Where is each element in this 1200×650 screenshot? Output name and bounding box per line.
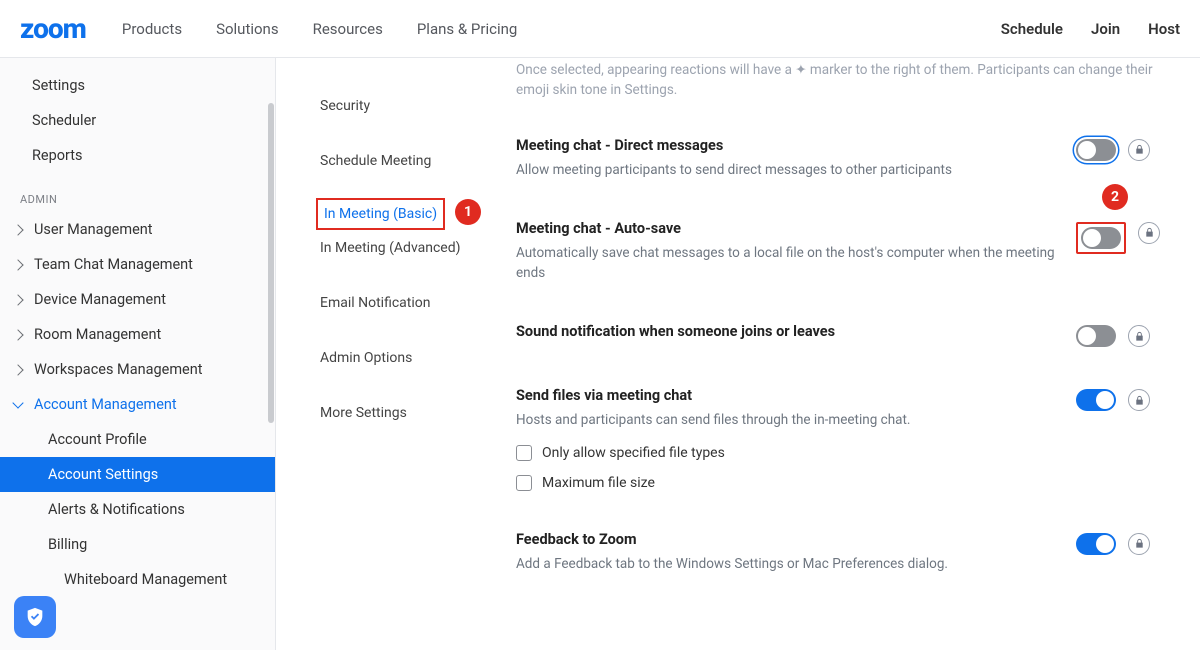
callout-badge-1: 1: [455, 199, 481, 225]
settings-list: Once selected, appearing reactions will …: [516, 58, 1200, 650]
sidebar-item-device-management[interactable]: Device Management: [0, 282, 275, 317]
nav-resources[interactable]: Resources: [313, 20, 383, 38]
main-content: Security Schedule Meeting In Meeting (Ba…: [276, 58, 1200, 650]
sidebar-item-scheduler[interactable]: Scheduler: [0, 103, 275, 138]
setting-desc: Hosts and participants can send files th…: [516, 410, 1056, 430]
lock-icon[interactable]: [1128, 389, 1150, 411]
checkbox-label: Maximum file size: [542, 475, 655, 491]
callout-badge-2: 2: [1102, 184, 1128, 210]
toggle-send-files[interactable]: [1076, 389, 1116, 411]
setting-sound-notification: Sound notification when someone joins or…: [516, 307, 1170, 371]
sidebar-item-settings[interactable]: Settings: [0, 68, 275, 103]
checkbox-max-file-size[interactable]: Maximum file size: [516, 475, 1056, 491]
checkbox-specified-file-types[interactable]: Only allow specified file types: [516, 445, 1056, 461]
sidebar-item-team-chat-management[interactable]: Team Chat Management: [0, 247, 275, 282]
checkbox-label: Only allow specified file types: [542, 445, 725, 461]
intro-faded-text: Once selected, appearing reactions will …: [516, 58, 1170, 121]
scrollbar[interactable]: [268, 103, 274, 423]
settings-tabs: Security Schedule Meeting In Meeting (Ba…: [276, 58, 516, 650]
setting-title: Meeting chat - Direct messages: [516, 137, 1056, 154]
lock-icon[interactable]: [1128, 139, 1150, 161]
toggle-feedback[interactable]: [1076, 533, 1116, 555]
top-nav: Products Solutions Resources Plans & Pri…: [122, 20, 517, 38]
tab-more-settings[interactable]: More Settings: [316, 395, 506, 431]
setting-title: Send files via meeting chat: [516, 387, 1056, 404]
setting-desc: Automatically save chat messages to a lo…: [516, 243, 1056, 284]
setting-title: Meeting chat - Auto-save: [516, 220, 1056, 237]
checkbox-icon[interactable]: [516, 445, 532, 461]
action-host[interactable]: Host: [1148, 20, 1180, 38]
sidebar-item-workspaces-management[interactable]: Workspaces Management: [0, 352, 275, 387]
lock-icon[interactable]: [1128, 533, 1150, 555]
tab-email-notification[interactable]: Email Notification: [316, 285, 506, 321]
sidebar-item-room-management[interactable]: Room Management: [0, 317, 275, 352]
sidebar: Settings Scheduler Reports ADMIN User Ma…: [0, 58, 276, 650]
sidebar-item-alerts-notifications[interactable]: Alerts & Notifications: [0, 492, 275, 527]
setting-direct-messages: Meeting chat - Direct messages Allow mee…: [516, 121, 1170, 204]
tab-admin-options[interactable]: Admin Options: [316, 340, 506, 376]
sidebar-item-whiteboard-management[interactable]: Whiteboard Management: [0, 562, 275, 597]
setting-desc: Allow meeting participants to send direc…: [516, 160, 1056, 180]
sidebar-item-account-settings[interactable]: Account Settings: [0, 457, 275, 492]
setting-title: Sound notification when someone joins or…: [516, 323, 1056, 340]
sidebar-item-user-management[interactable]: User Management: [0, 212, 275, 247]
tab-schedule-meeting[interactable]: Schedule Meeting: [316, 143, 506, 179]
toggle-auto-save[interactable]: [1081, 227, 1121, 249]
tab-security[interactable]: Security: [316, 88, 506, 124]
tab-in-meeting-advanced[interactable]: In Meeting (Advanced): [316, 230, 506, 266]
sidebar-item-account-management[interactable]: Account Management: [0, 387, 275, 422]
sidebar-item-account-profile[interactable]: Account Profile: [0, 422, 275, 457]
sidebar-item-billing[interactable]: Billing: [0, 527, 275, 562]
zoom-logo: zoom: [20, 12, 86, 45]
nav-solutions[interactable]: Solutions: [216, 20, 279, 38]
action-schedule[interactable]: Schedule: [1001, 20, 1063, 38]
nav-plans-pricing[interactable]: Plans & Pricing: [417, 20, 517, 38]
action-join[interactable]: Join: [1091, 20, 1120, 38]
tab-in-meeting-basic[interactable]: In Meeting (Basic): [316, 198, 445, 230]
setting-title: Feedback to Zoom: [516, 531, 1056, 548]
setting-feedback: Feedback to Zoom Add a Feedback tab to t…: [516, 515, 1170, 598]
toggle-sound-notification[interactable]: [1076, 325, 1116, 347]
setting-auto-save: Meeting chat - Auto-save Automatically s…: [516, 204, 1170, 308]
nav-products[interactable]: Products: [122, 20, 182, 38]
sidebar-item-reports[interactable]: Reports: [0, 138, 275, 173]
setting-send-files: Send files via meeting chat Hosts and pa…: [516, 371, 1170, 514]
top-actions: Schedule Join Host: [1001, 20, 1180, 38]
sidebar-heading-admin: ADMIN: [0, 183, 275, 212]
toggle-direct-messages[interactable]: [1076, 139, 1116, 161]
shield-icon[interactable]: [14, 596, 56, 638]
top-bar: zoom Products Solutions Resources Plans …: [0, 0, 1200, 58]
checkbox-icon[interactable]: [516, 475, 532, 491]
lock-icon[interactable]: [1128, 325, 1150, 347]
setting-desc: Add a Feedback tab to the Windows Settin…: [516, 554, 1056, 574]
lock-icon[interactable]: [1138, 222, 1160, 244]
callout-box-2: 2: [1076, 222, 1126, 254]
